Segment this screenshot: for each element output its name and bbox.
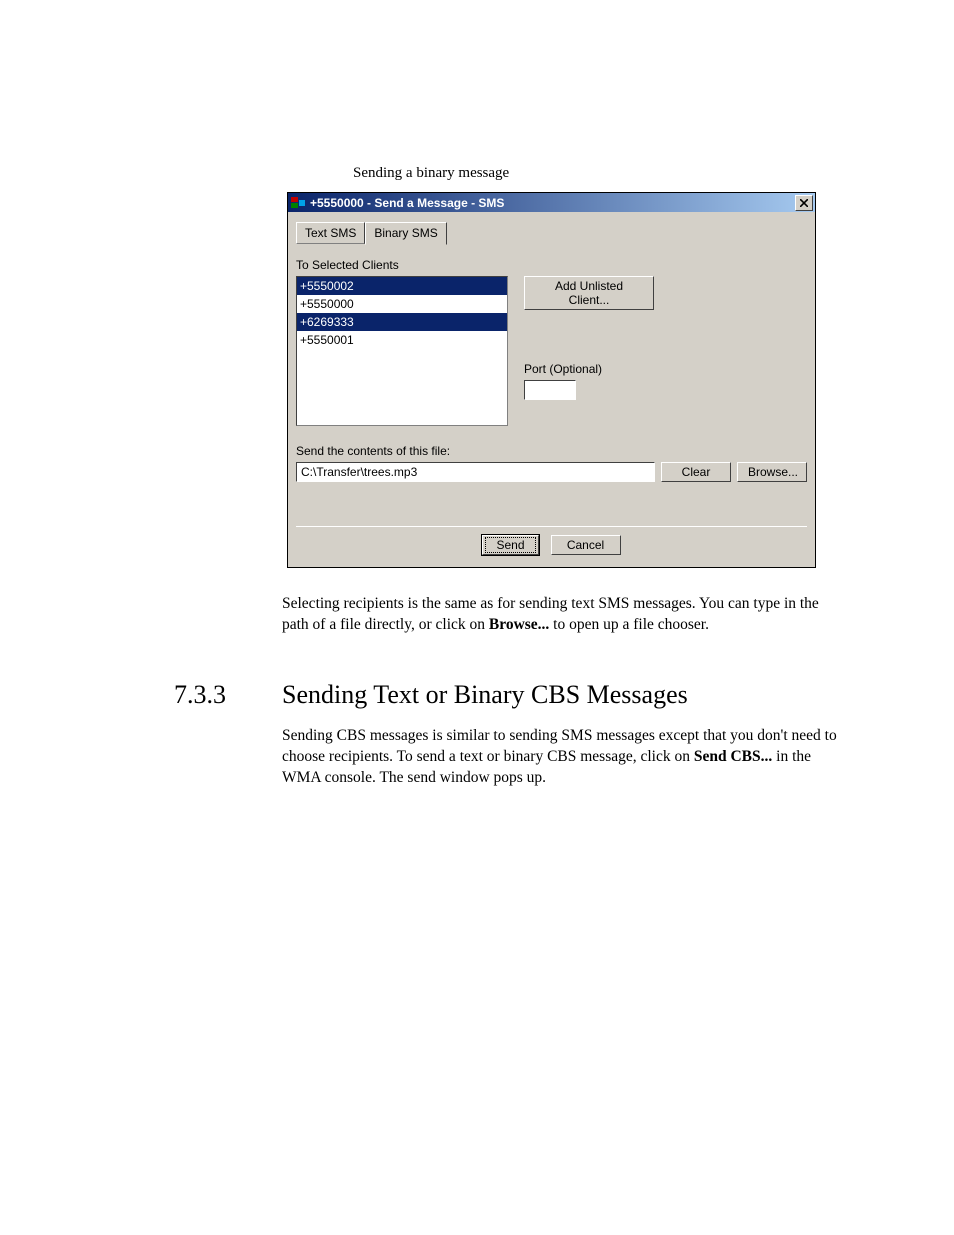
figure-caption: Sending a binary message	[353, 165, 954, 182]
page: Sending a binary message +5550000 - Send…	[0, 0, 954, 1235]
clients-list[interactable]: +5550002 +5550000 +6269333 +5550001	[296, 276, 508, 426]
client-item[interactable]: +5550001	[297, 331, 507, 349]
dialog-title: +5550000 - Send a Message - SMS	[310, 196, 795, 210]
clear-button[interactable]: Clear	[661, 462, 731, 482]
client-item[interactable]: +6269333	[297, 313, 507, 331]
file-label: Send the contents of this file:	[296, 444, 807, 458]
dialog-body: Text SMS Binary SMS To Selected Clients …	[288, 212, 815, 567]
titlebar: +5550000 - Send a Message - SMS	[288, 193, 815, 212]
tab-text-sms[interactable]: Text SMS	[296, 222, 365, 244]
tab-binary-sms[interactable]: Binary SMS	[365, 222, 446, 245]
section-heading: 7.3.3 Sending Text or Binary CBS Message…	[0, 680, 954, 710]
close-icon	[800, 199, 808, 207]
file-section: Send the contents of this file: Clear Br…	[296, 444, 807, 482]
tabs: Text SMS Binary SMS	[296, 222, 807, 244]
browse-button[interactable]: Browse...	[737, 462, 807, 482]
close-button[interactable]	[795, 195, 813, 211]
clients-row: +5550002 +5550000 +6269333 +5550001 Add …	[296, 276, 807, 426]
client-item[interactable]: +5550002	[297, 277, 507, 295]
file-path-input[interactable]	[296, 462, 655, 482]
clients-right-col: Add Unlisted Client... Port (Optional)	[524, 276, 654, 400]
paragraph: Sending CBS messages is similar to sendi…	[282, 726, 838, 789]
app-icon	[290, 195, 306, 211]
file-row: Clear Browse...	[296, 462, 807, 482]
text: to open up a file chooser.	[549, 616, 709, 633]
port-block: Port (Optional)	[524, 362, 654, 400]
paragraph: Selecting recipients is the same as for …	[282, 594, 838, 636]
bold-text: Browse...	[489, 616, 549, 633]
section-number: 7.3.3	[0, 680, 282, 710]
client-item[interactable]: +5550000	[297, 295, 507, 313]
port-input[interactable]	[524, 380, 576, 400]
bold-text: Send CBS...	[694, 748, 772, 765]
cancel-button[interactable]: Cancel	[551, 535, 621, 555]
send-button-label: Send	[485, 537, 535, 553]
add-unlisted-client-button[interactable]: Add Unlisted Client...	[524, 276, 654, 310]
to-selected-clients-label: To Selected Clients	[296, 258, 807, 272]
port-label: Port (Optional)	[524, 362, 654, 376]
dialog-footer: Send Cancel	[296, 526, 807, 559]
sms-dialog: +5550000 - Send a Message - SMS Text SMS…	[287, 192, 816, 568]
section-title: Sending Text or Binary CBS Messages	[282, 680, 838, 710]
send-button[interactable]: Send	[482, 535, 538, 555]
